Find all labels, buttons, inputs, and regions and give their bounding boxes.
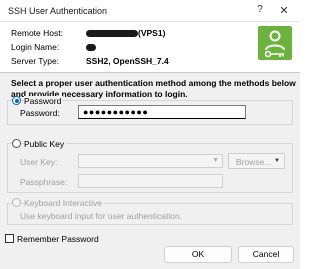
remote-host-label: Remote Host: (11, 28, 63, 38)
keyboard-interactive-radio[interactable] (12, 198, 21, 207)
redacted-login (86, 44, 96, 52)
password-value: ●●●●●●●●●●● (83, 107, 149, 117)
chevron-down-icon: ▼ (212, 157, 219, 164)
remote-host-suffix: (VPS1) (138, 28, 166, 38)
window-title: SSH User Authentication (8, 6, 108, 16)
server-type-value: SSH2, OpenSSH_7.4 (86, 56, 169, 66)
remember-password-label: Remember Password (17, 234, 99, 244)
user-key-select[interactable]: ▼ (78, 154, 223, 168)
password-field-label: Password: (20, 108, 60, 118)
password-radio[interactable] (12, 96, 21, 105)
login-name-label: Login Name: (11, 42, 60, 52)
cancel-button[interactable]: Cancel (238, 246, 294, 263)
title-bar: SSH User Authentication ? ✕ (0, 0, 300, 22)
close-icon[interactable]: ✕ (276, 4, 292, 18)
ok-button[interactable]: OK (164, 246, 232, 263)
password-method-label: Password (24, 96, 64, 106)
server-type-label: Server Type: (11, 56, 60, 66)
help-icon[interactable]: ? (252, 4, 268, 18)
login-name-value (86, 42, 96, 52)
dropdown-arrow-icon: ▼ (274, 158, 280, 164)
redacted-host (86, 30, 138, 38)
passphrase-input[interactable] (78, 174, 223, 188)
user-key-label: User Key: (20, 157, 58, 167)
remote-host-value: (VPS1) (86, 28, 165, 38)
user-key-icon (258, 26, 292, 60)
password-input[interactable]: ●●●●●●●●●●● (78, 105, 246, 119)
remember-password-checkbox[interactable] (5, 234, 14, 243)
passphrase-label: Passphrase: (20, 177, 68, 187)
header-separator (0, 72, 300, 73)
keyboard-method-description: Use keyboard input for user authenticati… (20, 211, 183, 221)
ssh-auth-dialog: SSH User Authentication ? ✕ Remote Host:… (0, 0, 300, 269)
browse-button[interactable]: Browse... ▼ (228, 153, 285, 169)
connection-info: Remote Host: (VPS1) Login Name: Server T… (0, 22, 300, 72)
keyboard-method-label: Keyboard Interactive (24, 198, 104, 208)
public-key-radio[interactable] (12, 139, 21, 148)
public-key-method-label: Public Key (24, 139, 67, 149)
browse-label: Browse... (236, 157, 272, 167)
